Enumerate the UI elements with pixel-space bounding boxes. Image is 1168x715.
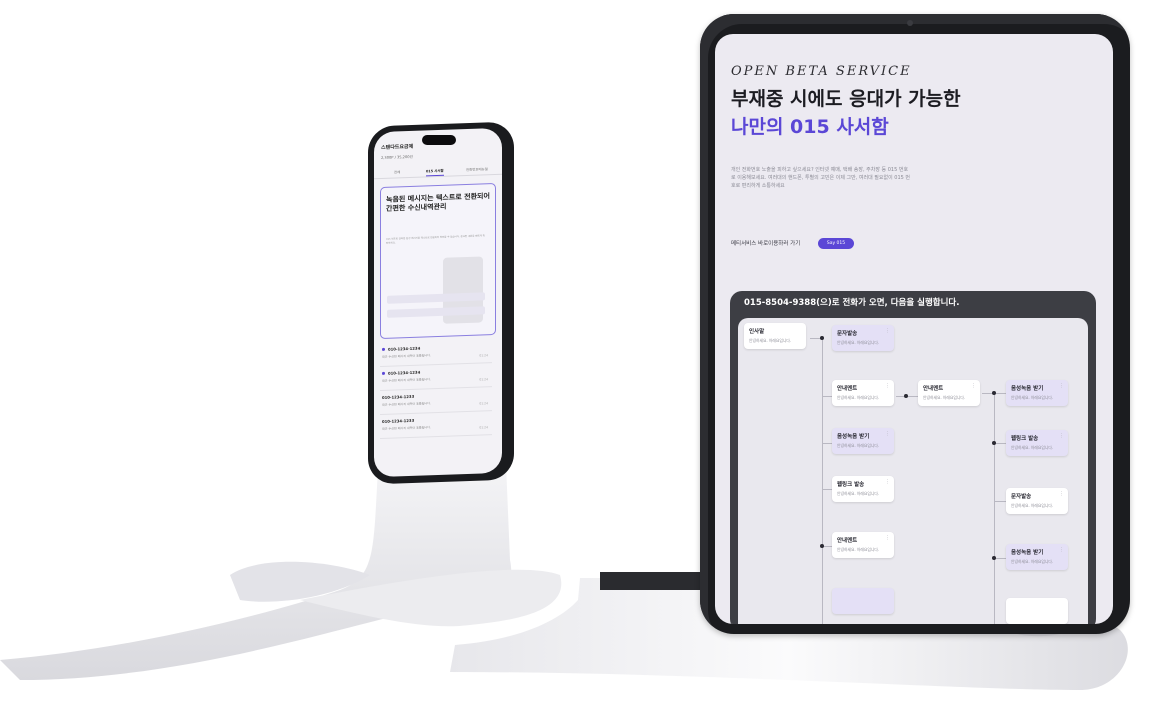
plan-points: 2,300P / 35,200건	[381, 154, 413, 160]
tab-phone-menu[interactable]: 전화번호메뉴얼	[466, 166, 488, 172]
node-sub: 안녕하세요. 아래요입니다.	[837, 443, 880, 448]
flow-node-recv-voice[interactable]: 음성녹음 받기 안녕하세요. 아래요입니다. ⋮	[1006, 380, 1068, 406]
node-sub: 안녕하세요. 아래요입니다.	[837, 491, 880, 496]
flow-node-sms-send[interactable]: 문자발송 안녕하세요. 아래요입니다. ⋮	[832, 325, 894, 351]
tab-015-mailbox[interactable]: 015 사서함	[426, 167, 444, 177]
flow-dot	[820, 336, 824, 340]
flow-node-recv-voice-2[interactable]: 음성녹음 받기 안녕하세요. 아래요입니다. ⋮	[832, 428, 894, 454]
node-title: 음성녹음 받기	[837, 434, 870, 440]
message-number: 010-1234-1233	[382, 417, 415, 424]
node-sub: 안녕하세요. 아래요입니다.	[837, 340, 880, 345]
flow-node-weblink[interactable]: 웹링크 발송 안녕하세요. 아래요입니다. ⋮	[1006, 430, 1068, 456]
unread-dot-icon	[382, 371, 385, 375]
message-number: 010-1234-1234	[388, 345, 421, 352]
node-sub: 안녕하세요. 아래요입니다.	[1011, 503, 1054, 508]
more-icon[interactable]: ⋮	[885, 479, 890, 485]
node-sub: 안녕하세요. 아래요입니다.	[1011, 395, 1054, 400]
node-title: 안내멘트	[837, 538, 858, 544]
more-icon[interactable]: ⋮	[971, 383, 976, 389]
message-number: 010-1234-1233	[382, 393, 415, 400]
dynamic-island	[422, 135, 456, 145]
feature-card-title: 녹음된 메시지는 텍스트로 전환되어 간편한 수신내역관리	[386, 192, 490, 213]
tablet-camera	[907, 20, 913, 26]
node-sub: 안녕하세요. 아래요입니다.	[837, 547, 880, 552]
service-link[interactable]: 메티서비스 바로이용하러 가기	[731, 239, 800, 247]
node-sub: 안녕하세요. 아래요입니다.	[837, 395, 880, 400]
node-sub: 안녕하세요. 아래요입니다.	[923, 395, 966, 400]
intro-description: 개인 전화번호 노출을 피하고 싶으세요? 인터넷 예매, 택배 송장, 주차장…	[731, 167, 910, 189]
node-title: 문자발송	[837, 331, 858, 337]
call-flow-title: 015-8504-9388(으)로 전화가 오면, 다음을 실행합니다.	[744, 298, 960, 308]
node-title: 웹링크 발송	[837, 482, 865, 488]
feature-card: 녹음된 메시지는 텍스트로 전환되어 간편한 수신내역관리 015 번호로 걸려…	[380, 182, 496, 340]
flow-node-recv-voice-3[interactable]: 음성녹음 받기 안녕하세요. 아래요입니다. ⋮	[1006, 544, 1068, 570]
node-sub: 안녕하세요. 아래요입니다.	[749, 338, 792, 343]
flow-connector	[994, 393, 995, 624]
phone-screen: 스탠다드요금제 2,300P / 35,200건 전체 015 사서함 전화번호…	[374, 127, 502, 478]
flow-node-announce-2[interactable]: 안내멘트 안녕하세요. 아래요입니다. ⋮	[918, 380, 980, 406]
more-icon[interactable]: ⋮	[885, 535, 890, 541]
message-time: 01:24	[479, 377, 488, 382]
more-icon[interactable]: ⋮	[885, 328, 890, 334]
message-list-item[interactable]: 010-1234-1233 최근 수신된 메시지 내역이 표출됩니다. 01:2…	[380, 412, 492, 440]
tablet-screen: OPEN BETA SERVICE 부재중 시에도 응대가 가능한 나만의 01…	[715, 34, 1113, 624]
flow-connector	[994, 501, 1006, 502]
more-icon[interactable]: ⋮	[885, 431, 890, 437]
message-list-item[interactable]: 010-1234-1234 최근 수신된 메시지 내역이 표출됩니다. 01:2…	[380, 364, 492, 392]
flow-node-partial[interactable]	[1006, 598, 1068, 624]
flow-node-greeting[interactable]: 인사말 안녕하세요. 아래요입니다.	[744, 323, 806, 349]
more-icon[interactable]: ⋮	[1059, 433, 1064, 439]
flow-node-announce[interactable]: 안내멘트 안녕하세요. 아래요입니다. ⋮	[832, 380, 894, 406]
message-preview: 최근 수신된 메시지 내역이 표출됩니다.	[382, 353, 431, 359]
node-title: 안내멘트	[837, 386, 858, 392]
headline-line-1: 부재중 시에도 응대가 가능한	[731, 88, 961, 110]
more-icon[interactable]: ⋮	[1059, 383, 1064, 389]
call-flow-canvas: 인사말 안녕하세요. 아래요입니다. 문자발송 안녕하세요. 아래요입니다. ⋮…	[738, 318, 1088, 624]
more-icon[interactable]: ⋮	[1059, 491, 1064, 497]
flow-node-sms-2[interactable]: 문자발송 안녕하세요. 아래요입니다. ⋮	[1006, 488, 1068, 514]
message-preview: 최근 수신된 메시지 내역이 표출됩니다.	[382, 401, 431, 407]
node-title: 음성녹음 받기	[1011, 386, 1044, 392]
message-number: 010-1234-1234	[388, 369, 421, 376]
tab-all[interactable]: 전체	[394, 169, 400, 174]
message-list-item[interactable]: 010-1234-1234 최근 수신된 메시지 내역이 표출됩니다. 01:2…	[380, 340, 492, 368]
message-time: 01:24	[479, 401, 488, 406]
node-sub: 안녕하세요. 아래요입니다.	[1011, 445, 1054, 450]
message-preview: 최근 수신된 메시지 내역이 표출됩니다.	[382, 377, 431, 383]
plan-name: 스탠다드요금제	[381, 143, 414, 151]
feature-card-desc: 015 번호로 걸려온 음성 메시지를 텍스트로 변환하여 확인할 수 있습니다…	[386, 234, 485, 245]
node-title: 안내멘트	[923, 386, 944, 392]
flow-dot	[820, 544, 824, 548]
flow-node-weblink-2[interactable]: 웹링크 발송 안녕하세요. 아래요입니다. ⋮	[832, 476, 894, 502]
flow-dot	[992, 441, 996, 445]
tab-bar: 전체 015 사서함 전화번호메뉴얼	[374, 163, 502, 180]
flow-dot	[904, 394, 908, 398]
flow-connector	[822, 338, 823, 624]
message-time: 01:24	[479, 425, 488, 430]
flow-node-announce-3[interactable]: 안내멘트 안녕하세요. 아래요입니다. ⋮	[832, 532, 894, 558]
message-time: 01:24	[479, 353, 488, 358]
flow-node-partial[interactable]	[832, 588, 894, 614]
more-icon[interactable]: ⋮	[885, 383, 890, 389]
flow-dot	[992, 391, 996, 395]
node-title: 음성녹음 받기	[1011, 550, 1044, 556]
flow-dot	[992, 556, 996, 560]
message-list-item[interactable]: 010-1234-1233 최근 수신된 메시지 내역이 표출됩니다. 01:2…	[380, 388, 492, 416]
node-title: 문자발송	[1011, 494, 1032, 500]
unread-dot-icon	[382, 347, 385, 351]
say-015-button[interactable]: Say 015	[818, 238, 854, 249]
node-title: 웹링크 발송	[1011, 436, 1039, 442]
more-icon[interactable]: ⋮	[1059, 547, 1064, 553]
node-sub: 안녕하세요. 아래요입니다.	[1011, 559, 1054, 564]
eyebrow-text: OPEN BETA SERVICE	[731, 64, 912, 79]
message-preview: 최근 수신된 메시지 내역이 표출됩니다.	[382, 425, 431, 431]
headline-line-2: 나만의 015 사서함	[731, 116, 889, 138]
node-title: 인사말	[749, 329, 765, 335]
